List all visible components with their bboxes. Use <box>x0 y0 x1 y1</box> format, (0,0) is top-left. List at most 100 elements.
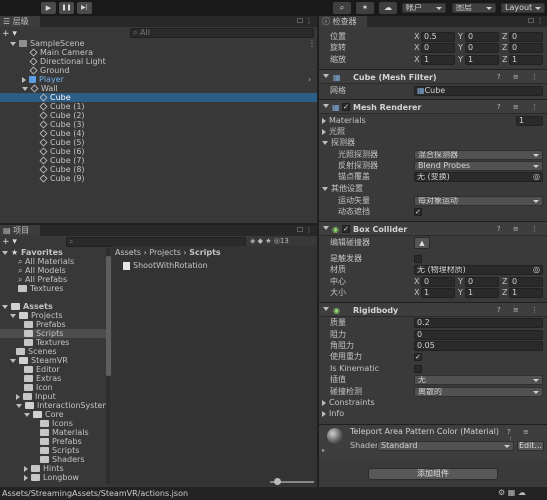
pause-button[interactable]: ❚❚ <box>59 2 74 14</box>
component-enabled-checkbox[interactable]: ✓ <box>342 225 350 233</box>
hierarchy-item-wall[interactable]: Wall <box>22 84 58 93</box>
zoom-slider[interactable] <box>270 478 314 485</box>
use-gravity-checkbox[interactable]: ✓ <box>414 353 422 361</box>
expand-arrow-icon[interactable] <box>2 250 8 255</box>
expand-arrow-icon[interactable] <box>322 399 326 406</box>
favorite-item[interactable]: ⌕ All Models <box>18 266 66 275</box>
scrollbar-thumb[interactable] <box>106 256 111 376</box>
angular-drag-field[interactable]: 0.05 <box>414 341 543 351</box>
hierarchy-item[interactable]: Directional Light <box>29 57 106 66</box>
expand-arrow-icon[interactable] <box>323 307 329 311</box>
project-create-button[interactable]: + ▾ <box>2 237 17 247</box>
tree-folder[interactable]: Scenes <box>16 347 57 356</box>
favorite-item[interactable]: ⌕ All Prefabs <box>18 275 67 284</box>
hierarchy-item-player[interactable]: Player <box>22 75 64 84</box>
expand-arrow-icon[interactable] <box>24 465 28 472</box>
component-menu-icons[interactable]: ? ≡ ⋮ <box>497 73 543 81</box>
tree-folder[interactable]: Materials <box>40 428 89 437</box>
object-picker-icon[interactable]: ◎ <box>533 173 540 181</box>
tree-folder[interactable]: Scripts <box>40 446 79 455</box>
grid-icon[interactable]: ▦ <box>508 488 516 497</box>
layout-dropdown[interactable]: Layout <box>501 3 545 13</box>
component-menu-icons[interactable]: ? ≡ ⋮ <box>497 103 543 111</box>
position-x-field[interactable]: 0.5 <box>421 32 455 42</box>
motion-vectors-dropdown[interactable]: 每对象运动 <box>414 196 543 206</box>
zoom-slider-handle[interactable] <box>274 478 281 485</box>
constraints-foldout[interactable]: Constraints <box>322 398 375 408</box>
position-y-field[interactable]: 0 <box>465 32 499 42</box>
center-y-field[interactable]: 0 <box>465 277 499 287</box>
scale-y-field[interactable]: 1 <box>465 55 499 65</box>
expand-arrow-icon[interactable] <box>24 474 28 481</box>
center-x-field[interactable]: 0 <box>421 277 455 287</box>
rigidbody-header[interactable]: ◉ Rigidbody ? ≡ ⋮ <box>319 302 547 317</box>
other-settings-foldout[interactable]: 其他设置 <box>322 184 363 194</box>
component-menu-icons[interactable]: ? ≡ ⋮ <box>497 225 543 233</box>
light-probes-dropdown[interactable]: 混合探测器 <box>414 150 543 160</box>
collider-material-field[interactable]: 无 (物理材质) ◎ <box>414 265 543 275</box>
size-z-field[interactable]: 1 <box>509 288 543 298</box>
reflection-probes-dropdown[interactable]: Blend Probes <box>414 161 543 171</box>
favorites-row[interactable]: ★ Favorites <box>2 248 63 257</box>
favorite-item[interactable]: Textures <box>18 284 63 293</box>
filter-label-icon[interactable]: ◆ <box>258 237 263 245</box>
panel-menu-icon[interactable]: ☐ ⋮ <box>528 17 544 25</box>
tree-folder[interactable]: Projects <box>10 311 63 320</box>
account-dropdown[interactable]: 帐户 <box>402 3 446 13</box>
component-enabled-checkbox[interactable]: ✓ <box>342 103 350 111</box>
expand-arrow-icon[interactable] <box>10 358 16 363</box>
probes-foldout[interactable]: 探测器 <box>322 138 355 148</box>
collision-detection-dropdown[interactable]: 离散的 <box>414 387 543 397</box>
expand-arrow-icon[interactable] <box>16 393 20 400</box>
tree-folder[interactable]: Icon <box>24 383 53 392</box>
expand-arrow-icon[interactable] <box>2 304 8 309</box>
expand-arrow-icon[interactable] <box>323 104 329 108</box>
tree-folder[interactable]: Shaders <box>40 455 85 464</box>
expand-arrow-icon[interactable] <box>22 86 28 91</box>
tree-folder-scripts[interactable]: Scripts <box>24 329 63 338</box>
tree-folder[interactable]: Core <box>24 410 64 419</box>
rotation-x-field[interactable]: 0 <box>421 43 455 53</box>
file-item[interactable]: ShootWithRotation <box>123 261 208 270</box>
cloud-icon[interactable]: ☁ <box>518 488 526 497</box>
hierarchy-item-cube[interactable]: Cube (6) <box>39 147 85 156</box>
interpolate-dropdown[interactable]: 无 <box>414 375 543 385</box>
cloud-icon[interactable]: ☁ <box>379 2 397 14</box>
expand-arrow-icon[interactable] <box>22 76 26 83</box>
hierarchy-item-cube[interactable]: Cube (1) <box>39 102 85 111</box>
box-collider-header[interactable]: ◉ ✓ Box Collider ? ≡ ⋮ <box>319 221 547 236</box>
expand-arrow-icon[interactable] <box>322 117 326 124</box>
project-tab[interactable]: ▤ 项目 <box>0 225 40 236</box>
expand-arrow-icon[interactable] <box>10 41 16 46</box>
hierarchy-item-cube[interactable]: Cube (2) <box>39 111 85 120</box>
collab-icon[interactable]: ✶ <box>356 2 374 14</box>
expand-arrow-icon[interactable] <box>323 74 329 78</box>
is-trigger-checkbox[interactable] <box>414 255 422 263</box>
favorite-item[interactable]: ⌕ All Materials <box>18 257 74 266</box>
materials-count-field[interactable]: 1 <box>516 116 543 126</box>
tree-folder[interactable]: InteractionSystem <box>16 401 110 410</box>
mass-field[interactable]: 0.2 <box>414 318 543 328</box>
hierarchy-item-cube[interactable]: Cube <box>39 93 71 102</box>
expand-arrow-icon[interactable] <box>24 412 30 417</box>
expand-arrow-icon[interactable] <box>323 226 329 230</box>
drag-field[interactable]: 0 <box>414 330 543 340</box>
expand-arrow-icon[interactable] <box>322 140 328 145</box>
expand-arrow-icon[interactable] <box>322 128 326 135</box>
material-expand-icon[interactable]: ▸ <box>322 447 325 454</box>
expand-arrow-icon[interactable] <box>322 410 326 417</box>
tree-folder[interactable]: Prefabs <box>24 320 66 329</box>
mesh-filter-header[interactable]: ▦ Cube (Mesh Filter) ? ≡ ⋮ <box>319 69 547 84</box>
tree-folder[interactable]: Prefabs <box>40 437 82 446</box>
create-button[interactable]: + ▾ <box>2 29 17 39</box>
hierarchy-item-cube[interactable]: Cube (9) <box>39 174 85 183</box>
scale-x-field[interactable]: 1 <box>421 55 455 65</box>
hierarchy-item-cube[interactable]: Cube (5) <box>39 138 85 147</box>
hierarchy-item-cube[interactable]: Cube (7) <box>39 156 85 165</box>
rotation-y-field[interactable]: 0 <box>465 43 499 53</box>
info-foldout[interactable]: Info <box>322 409 344 419</box>
breadcrumb-item[interactable]: Projects <box>149 248 181 257</box>
shader-dropdown[interactable]: Standard <box>377 441 514 451</box>
center-z-field[interactable]: 0 <box>509 277 543 287</box>
scene-menu-icon[interactable]: ⋮ <box>308 39 316 48</box>
